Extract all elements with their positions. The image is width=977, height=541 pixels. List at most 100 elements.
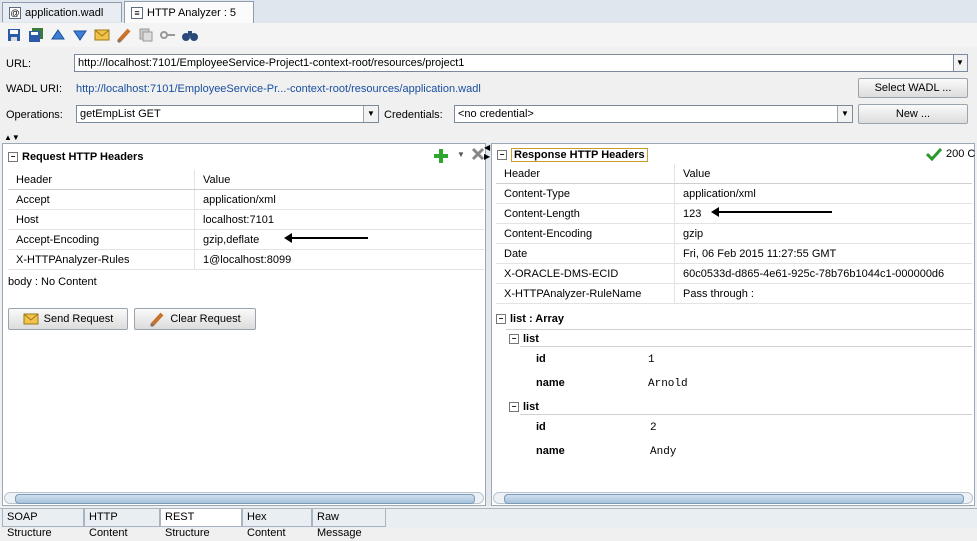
save-icon[interactable] xyxy=(4,26,24,44)
save-all-icon[interactable] xyxy=(26,26,46,44)
send-icon[interactable] xyxy=(92,26,112,44)
cell-value: gzip xyxy=(674,223,972,244)
tab-hex-content[interactable]: Hex Content xyxy=(242,509,312,539)
cell-header: Date xyxy=(496,243,675,264)
table-row[interactable]: Date Fri, 06 Feb 2015 11:27:55 GMT xyxy=(496,243,972,264)
list-title: list xyxy=(523,333,539,345)
remove-header-icon[interactable] xyxy=(471,147,485,164)
collapse-icon[interactable]: − xyxy=(509,334,519,344)
divider xyxy=(506,329,972,330)
field-value: 1 xyxy=(648,354,655,366)
toolbar xyxy=(0,23,977,47)
chevron-down-icon: ▼ xyxy=(363,106,378,122)
collapse-icon[interactable]: − xyxy=(509,402,519,412)
cell-header: Content-Type xyxy=(496,183,675,204)
cell-header: Content-Length xyxy=(496,203,675,224)
chevron-down-icon[interactable]: ▼ xyxy=(457,150,465,159)
response-headers-table: Header Value Content-Type application/xml… xyxy=(496,164,972,304)
scroll-thumb[interactable] xyxy=(504,494,964,504)
url-input[interactable]: http://localhost:7101/EmployeeService-Pr… xyxy=(74,54,955,72)
request-scrollbar[interactable] xyxy=(4,492,484,504)
send-request-button[interactable]: Send Request xyxy=(8,308,128,330)
eraser-icon xyxy=(150,312,164,327)
operations-value: getEmpList GET xyxy=(80,108,161,120)
move-down-icon[interactable] xyxy=(70,26,90,44)
response-scrollbar[interactable] xyxy=(493,492,973,504)
column-header: Header xyxy=(8,170,195,190)
request-headers-title[interactable]: − Request HTTP Headers xyxy=(8,151,143,163)
bottom-tab-strip: SOAP Structure HTTP Content REST Structu… xyxy=(0,508,977,539)
collapse-icon[interactable]: − xyxy=(496,314,506,324)
table-header-row: Header Value xyxy=(8,170,484,190)
tab-http-content[interactable]: HTTP Content xyxy=(84,509,160,539)
response-headers-title[interactable]: − Response HTTP Headers xyxy=(497,148,648,162)
field-label: id xyxy=(536,353,546,365)
cell-header: Accept xyxy=(8,189,195,210)
list-node[interactable]: − list xyxy=(509,401,539,413)
cell-value: Fri, 06 Feb 2015 11:27:55 GMT xyxy=(674,243,972,264)
divider xyxy=(520,414,972,415)
send-request-label: Send Request xyxy=(43,313,114,325)
new-credential-button[interactable]: New ... xyxy=(858,104,968,124)
request-body-label: body : No Content xyxy=(8,276,97,288)
clear-request-button[interactable]: Clear Request xyxy=(134,308,256,330)
cell-header: X-HTTPAnalyzer-Rules xyxy=(8,249,195,270)
credentials-value: <no credential> xyxy=(458,108,534,120)
column-header: Header xyxy=(496,164,675,184)
scroll-thumb[interactable] xyxy=(15,494,475,504)
select-wadl-button[interactable]: Select WADL ... xyxy=(858,78,968,98)
checkmark-icon xyxy=(926,147,942,161)
splitter-collapse-icon[interactable]: ◀ ▶ xyxy=(484,143,490,161)
table-header-row: Header Value xyxy=(496,164,972,184)
table-row[interactable]: Content-Length 123 xyxy=(496,203,972,224)
clear-icon[interactable] xyxy=(114,26,134,44)
cell-value: Pass through : xyxy=(674,283,972,304)
move-up-icon[interactable] xyxy=(48,26,68,44)
tab-application-wadl[interactable]: @ application.wadl xyxy=(2,2,122,22)
envelope-icon xyxy=(23,313,39,325)
table-row[interactable]: Accept application/xml xyxy=(8,189,484,210)
column-value: Value xyxy=(674,164,972,184)
splitter-arrows-icon[interactable]: ▲▼ xyxy=(4,133,20,142)
wadl-uri-link[interactable]: http://localhost:7101/EmployeeService-Pr… xyxy=(76,83,481,95)
cell-value: gzip,deflate xyxy=(194,229,484,250)
table-row[interactable]: X-HTTPAnalyzer-Rules 1@localhost:8099 xyxy=(8,249,484,270)
credentials-label: Credentials: xyxy=(384,109,443,121)
tab-raw-message[interactable]: Raw Message xyxy=(312,509,386,539)
field-label: name xyxy=(536,445,565,457)
tab-rest-structure[interactable]: REST Structure xyxy=(160,509,242,539)
table-row[interactable]: X-ORACLE-DMS-ECID 60c0533d-d865-4e61-925c… xyxy=(496,263,972,284)
array-node[interactable]: − list : Array xyxy=(496,313,564,325)
url-dropdown-button[interactable]: ▼ xyxy=(953,54,968,72)
tab-label: application.wadl xyxy=(25,6,104,19)
table-row[interactable]: Accept-Encoding gzip,deflate xyxy=(8,229,484,250)
cell-header: X-ORACLE-DMS-ECID xyxy=(496,263,675,284)
credentials-select[interactable]: <no credential> ▼ xyxy=(454,105,853,123)
copy-icon[interactable] xyxy=(136,26,156,44)
table-row[interactable]: Content-Encoding gzip xyxy=(496,223,972,244)
operations-label: Operations: xyxy=(6,109,63,121)
collapse-icon[interactable]: − xyxy=(8,152,18,162)
operations-select[interactable]: getEmpList GET ▼ xyxy=(76,105,379,123)
tab-http-analyzer[interactable]: ≡ HTTP Analyzer : 5 xyxy=(124,1,254,23)
add-header-icon[interactable] xyxy=(433,148,449,167)
table-row[interactable]: Host localhost:7101 xyxy=(8,209,484,230)
field-value: Andy xyxy=(650,446,677,458)
tab-soap-structure[interactable]: SOAP Structure xyxy=(2,509,84,539)
wadl-uri-label: WADL URI: xyxy=(6,83,63,95)
cell-value: application/xml xyxy=(674,183,972,204)
collapse-icon[interactable]: − xyxy=(497,150,507,160)
table-row[interactable]: Content-Type application/xml xyxy=(496,183,972,204)
at-icon: @ xyxy=(9,6,21,19)
table-row[interactable]: X-HTTPAnalyzer-RuleName Pass through : xyxy=(496,283,972,304)
list-node[interactable]: − list xyxy=(509,333,539,345)
key-icon[interactable] xyxy=(158,26,178,44)
cell-header: Accept-Encoding xyxy=(8,229,195,250)
divider xyxy=(520,346,972,347)
cell-value: 60c0533d-d865-4e61-925c-78b76b1044c1-000… xyxy=(674,263,972,284)
cell-header: Host xyxy=(8,209,195,230)
cell-value: 123 xyxy=(674,203,972,224)
binoculars-icon[interactable] xyxy=(180,26,200,44)
request-title-text: Request HTTP Headers xyxy=(22,151,144,163)
cell-value: 1@localhost:8099 xyxy=(194,249,484,270)
